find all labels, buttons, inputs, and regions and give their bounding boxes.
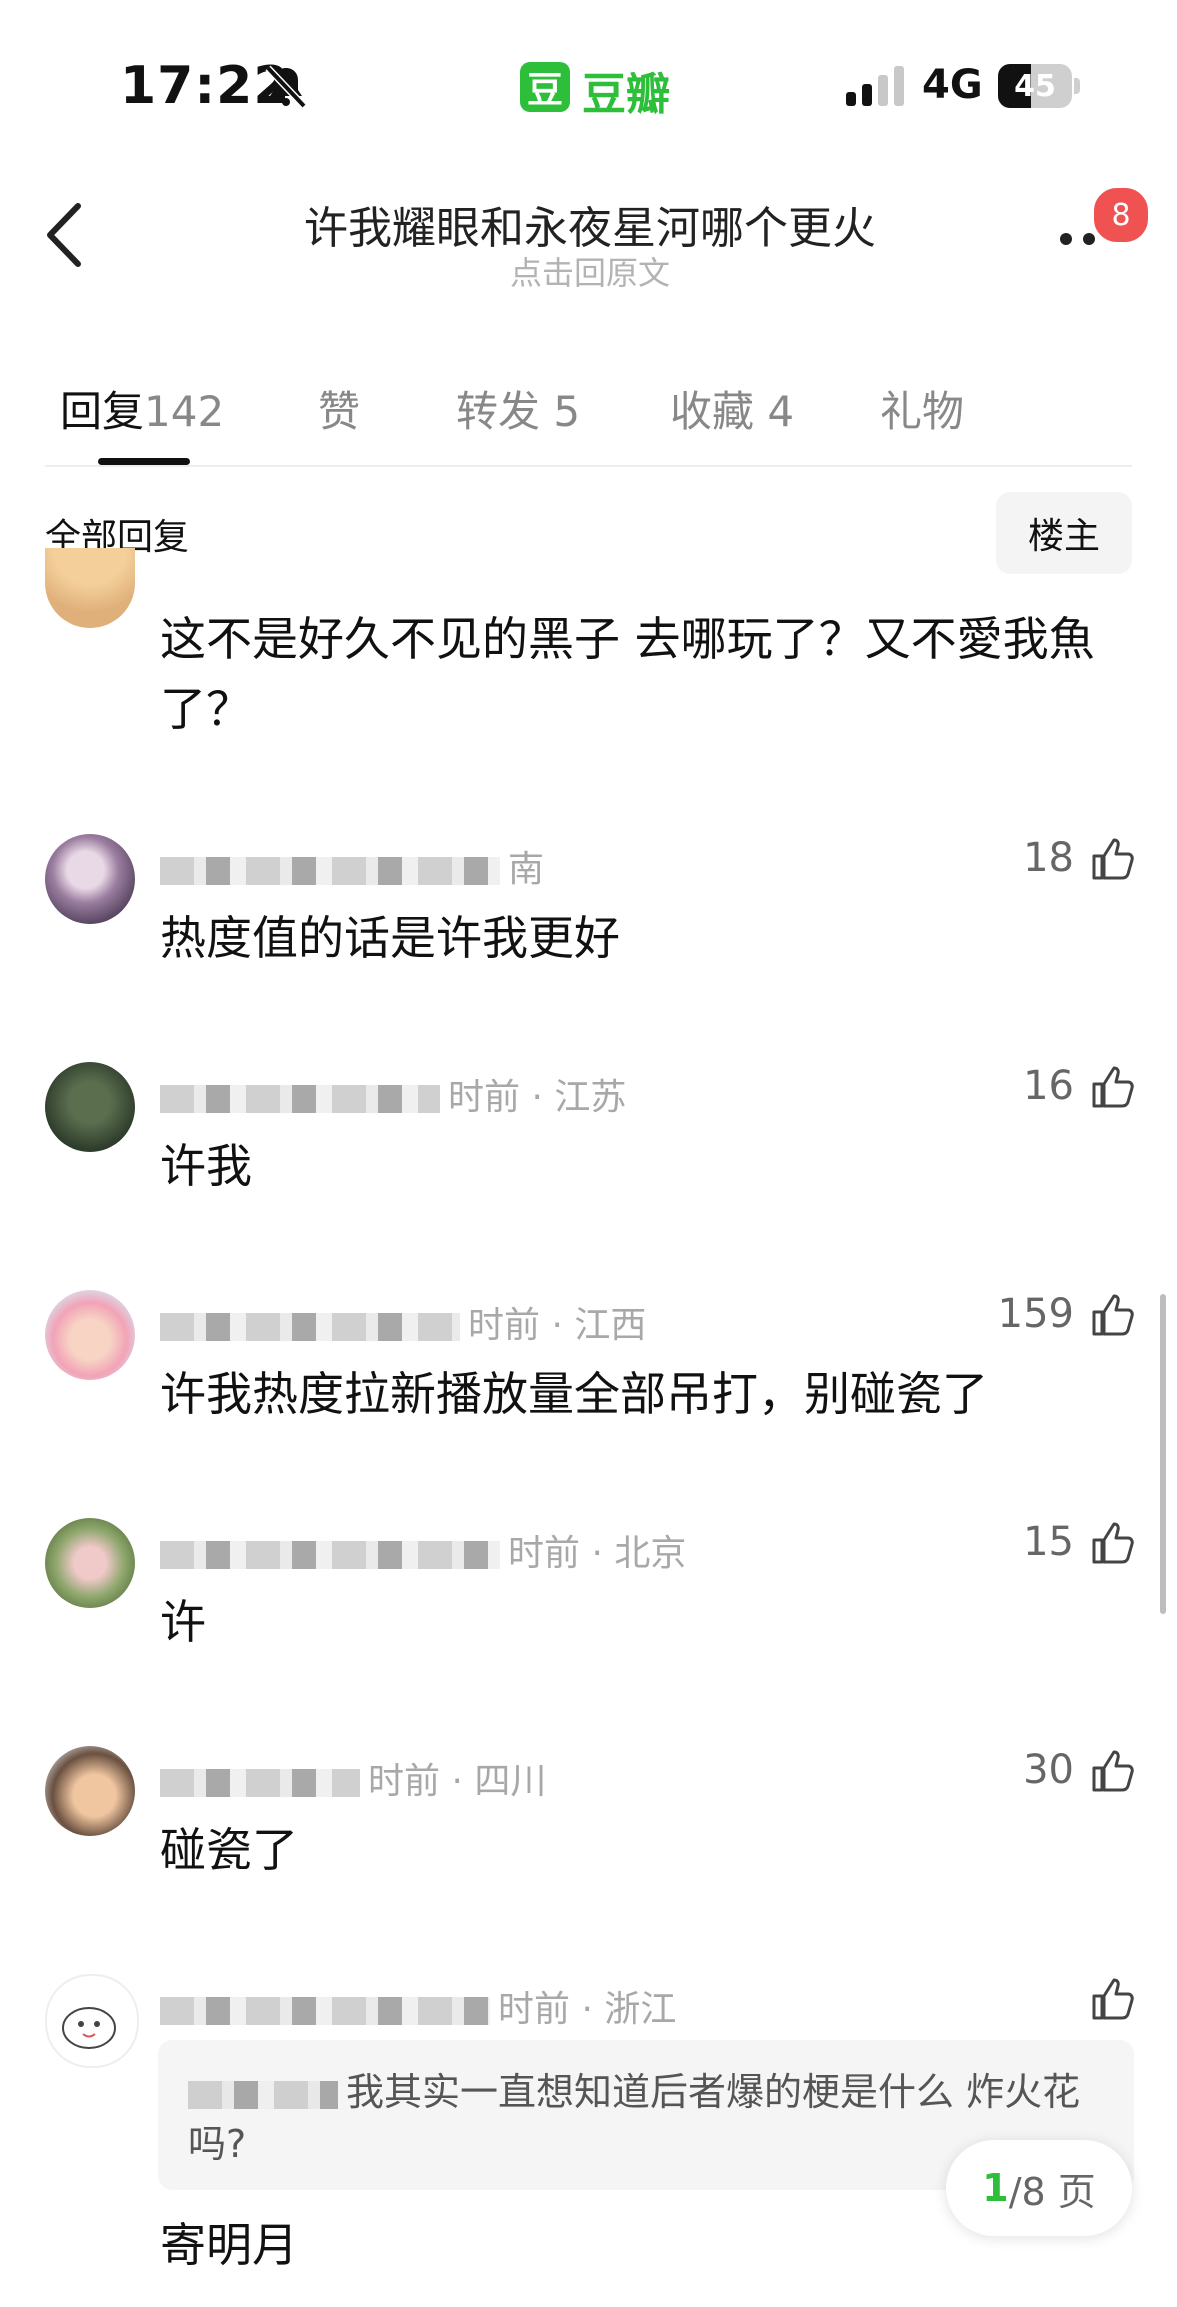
comment-text: 许我热度拉新播放量全部吊打，别碰瓷了 [160, 1367, 988, 1421]
comment-meta: 时前 · 北京 [160, 1524, 686, 1576]
douban-logo-icon: 豆 [520, 62, 570, 112]
thumbs-up-icon [1092, 838, 1134, 880]
page-indicator[interactable]: 1/8 页 [946, 2140, 1132, 2236]
comment-meta: 时前 · 四川 [160, 1752, 546, 1804]
bell-muted-icon [265, 65, 307, 109]
avatar[interactable] [45, 1746, 135, 1836]
tab-count: 4 [767, 387, 795, 436]
tab-likes[interactable]: 赞 [318, 378, 360, 439]
comment-text: 许 [160, 1595, 206, 1649]
thumbs-up-icon [1092, 1066, 1134, 1108]
like-button[interactable]: 15 [960, 1518, 1136, 1566]
battery-icon: 45 [998, 64, 1082, 108]
blurred-username [188, 2080, 338, 2109]
tab-collections[interactable]: 收藏 4 [670, 378, 794, 439]
like-count: 16 [1023, 1063, 1074, 1109]
tab-count: 5 [553, 387, 581, 436]
blurred-username [160, 1313, 460, 1341]
comment-meta: 时前 · 江西 [160, 1296, 646, 1348]
blurred-username [160, 857, 500, 885]
thumbs-up-icon [1092, 1294, 1134, 1336]
tab-reposts[interactable]: 转发 5 [456, 378, 580, 439]
like-button[interactable]: 159 [940, 1290, 1136, 1338]
like-button[interactable]: 18 [960, 834, 1136, 882]
tab-label: 礼物 [880, 387, 965, 436]
avatar[interactable] [45, 1974, 139, 2068]
network-type: 4G [922, 62, 983, 108]
tab-label: 转发 [456, 387, 541, 436]
thumbs-up-icon [1092, 1522, 1134, 1564]
like-count: 30 [1023, 1747, 1074, 1793]
comment-text: 这不是好久不见的黑子 去哪玩了？又不愛我魚了？ [160, 612, 1095, 736]
like-button[interactable]: 30 [960, 1746, 1136, 1794]
blurred-username [160, 1085, 440, 1113]
blurred-username [160, 1541, 500, 1569]
battery-level: 45 [1014, 68, 1056, 104]
avatar[interactable] [45, 1062, 135, 1152]
divider [45, 465, 1132, 467]
total-pages: /8 页 [1008, 2169, 1096, 2214]
tab-count: 142 [144, 387, 225, 436]
cartoon-avatar-icon [62, 2007, 116, 2049]
comment-text: 热度值的话是许我更好 [160, 911, 620, 965]
avatar[interactable] [45, 548, 135, 628]
like-count: 159 [997, 1291, 1074, 1337]
blurred-username [160, 1997, 490, 2025]
current-page: 1 [982, 2166, 1009, 2210]
scrollbar[interactable] [1160, 1294, 1166, 1614]
post-title: 许我耀眼和永夜星河哪个更火 [304, 203, 876, 254]
thumbs-up-icon [1092, 1750, 1134, 1792]
avatar[interactable] [45, 1290, 135, 1380]
tab-label: 收藏 [670, 387, 755, 436]
like-button[interactable] [960, 1974, 1136, 2022]
op-only-button[interactable]: 楼主 [996, 492, 1132, 574]
like-button[interactable]: 16 [960, 1062, 1136, 1110]
app-name: 豆瓣 [582, 69, 670, 120]
comment-meta: 时前 · 浙江 [160, 1980, 676, 2032]
back-to-original-link[interactable]: 点击回原文 [200, 248, 980, 294]
tab-label: 赞 [318, 387, 361, 436]
active-tab-indicator [98, 458, 190, 465]
notification-badge: 8 [1090, 184, 1152, 246]
comment-text: 碰瓷了 [160, 1823, 298, 1877]
cellular-signal-icon [846, 66, 904, 106]
tab-label: 回复 [60, 387, 145, 436]
avatar[interactable] [45, 834, 135, 924]
blurred-username [160, 1769, 360, 1797]
like-count: 18 [1023, 835, 1074, 881]
comment-text: 许我 [160, 1139, 252, 1193]
tab-gifts[interactable]: 礼物 [880, 378, 964, 439]
tab-replies[interactable]: 回复142 [60, 378, 224, 439]
avatar[interactable] [45, 1518, 135, 1608]
comment-meta: 时前 · 江苏 [160, 1068, 626, 1120]
back-chevron-icon[interactable] [40, 200, 90, 270]
comment-meta: 南 [160, 840, 544, 892]
thumbs-up-icon [1092, 1978, 1134, 2020]
like-count: 15 [1023, 1519, 1074, 1565]
